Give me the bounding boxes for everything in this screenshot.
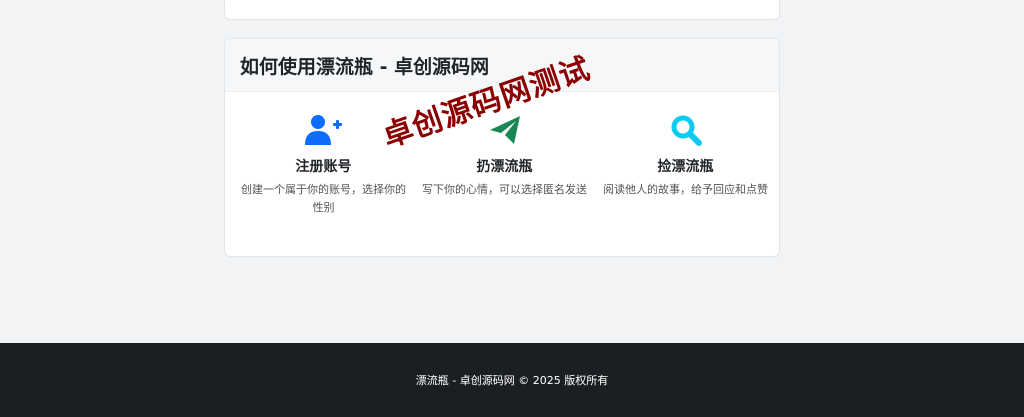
feature-title: 扔漂流瓶: [476, 159, 533, 175]
how-to-use-card: 如何使用漂流瓶 - 卓创源码网 注册账号 创建一个属于你的账号，选择你的性别 扔…: [224, 38, 780, 257]
feature-desc: 阅读他人的故事，给予回应和点赞: [603, 183, 768, 196]
footer-copyright: 漂流瓶 - 卓创源码网 © 2025 版权所有: [415, 374, 609, 387]
search-icon: [599, 110, 772, 150]
card-header: 如何使用漂流瓶 - 卓创源码网: [225, 39, 779, 92]
card-title: 如何使用漂流瓶 - 卓创源码网: [240, 55, 490, 78]
feature-throw-bottle: 扔漂流瓶 写下你的心情，可以选择匿名发送: [414, 110, 595, 217]
feature-title: 注册账号: [295, 159, 352, 175]
features-row: 注册账号 创建一个属于你的账号，选择你的性别 扔漂流瓶 写下你的心情，可以选择匿…: [225, 92, 779, 217]
feature-pick-bottle: 捡漂流瓶 阅读他人的故事，给予回应和点赞: [595, 110, 776, 217]
paper-plane-icon: [418, 110, 591, 150]
feature-register: 注册账号 创建一个属于你的账号，选择你的性别: [233, 110, 414, 217]
footer: 漂流瓶 - 卓创源码网 © 2025 版权所有: [0, 343, 1024, 417]
feature-title: 捡漂流瓶: [657, 159, 714, 175]
feature-desc: 创建一个属于你的账号，选择你的性别: [241, 183, 406, 214]
previous-card: [224, 0, 780, 20]
feature-desc: 写下你的心情，可以选择匿名发送: [422, 183, 587, 196]
user-plus-icon: [237, 110, 410, 150]
